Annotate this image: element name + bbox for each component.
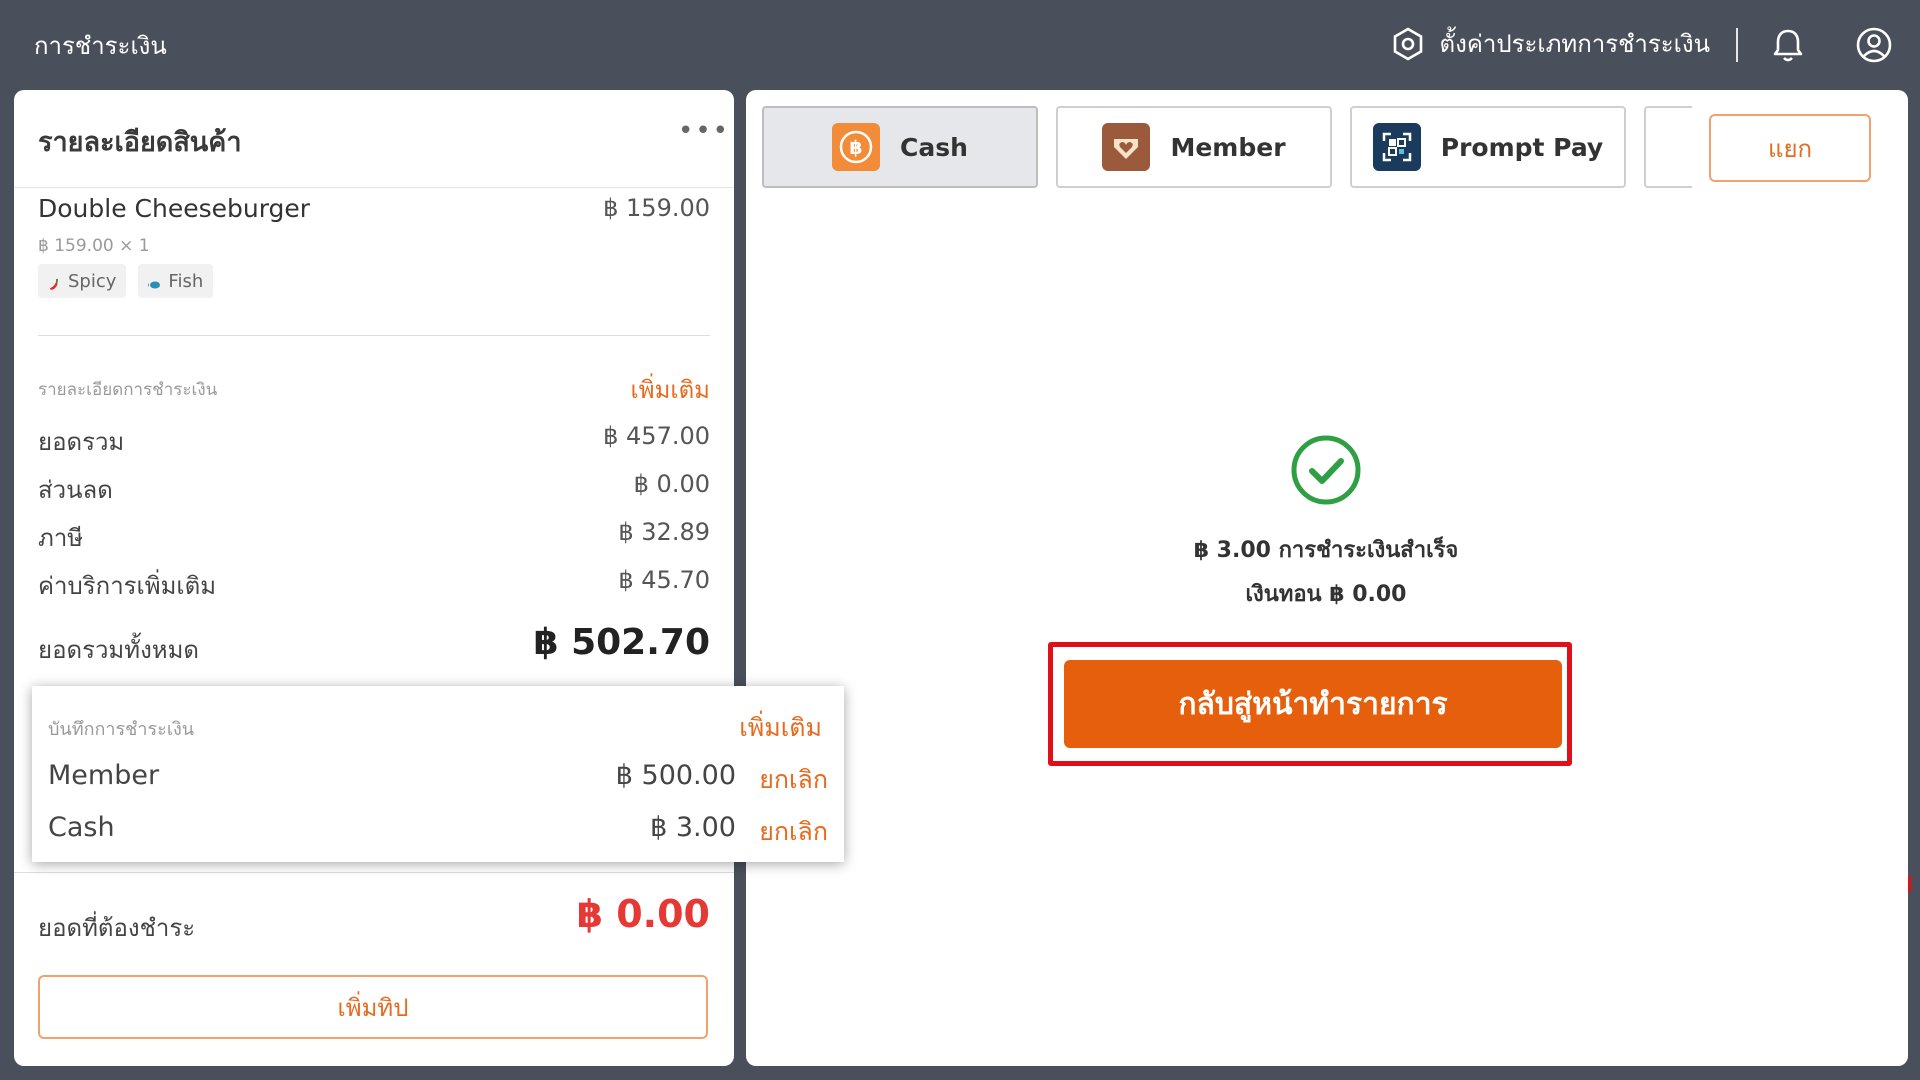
payment-method-member[interactable]: Member [1056, 106, 1332, 188]
settings-hexagon-icon [1390, 26, 1426, 62]
item-tags: Spicy Fish [38, 264, 214, 298]
back-to-transaction-button[interactable]: กลับสู่หน้าทำรายการ [1064, 660, 1562, 748]
item-price: ฿ 159.00 [603, 194, 710, 222]
subtotal-row: ยอดรวม ฿ 457.00 [38, 422, 710, 458]
payment-details-add-more-link[interactable]: เพิ่มเติม [631, 370, 710, 409]
payment-method-label: Member [1170, 132, 1286, 162]
tax-row: ภาษี ฿ 32.89 [38, 518, 710, 554]
edge-marker [1908, 876, 1911, 892]
row-value: ฿ 0.00 [633, 470, 710, 498]
fish-icon [147, 275, 161, 289]
check-circle-icon [1290, 434, 1362, 506]
member-heart-icon [1102, 123, 1151, 171]
amount-due-label: ยอดที่ต้องชำระ [38, 914, 196, 942]
svg-text:฿: ฿ [849, 137, 862, 159]
tag-label: Fish [168, 270, 204, 292]
split-payment-button[interactable]: แยก [1709, 114, 1871, 182]
payment-record-row: Member ฿ 500.00 ยกเลิก [48, 760, 828, 796]
payment-records-add-more-link[interactable]: เพิ่มเติม [739, 708, 822, 748]
grand-total-label: ยอดรวมทั้งหมด [38, 636, 200, 664]
baht-coin-icon: ฿ [832, 123, 881, 171]
order-details-title: รายละเอียดสินค้า [38, 127, 242, 158]
tag-spicy: Spicy [38, 264, 127, 298]
payment-record-row: Cash ฿ 3.00 ยกเลิก [48, 812, 828, 848]
grand-total-row: ยอดรวมทั้งหมด ฿ 502.70 [38, 622, 710, 666]
payment-details-label: รายละเอียดการชำระเงิน [38, 380, 218, 400]
divider [38, 335, 710, 336]
chili-icon [48, 275, 60, 290]
payment-method-label: Prompt Pay [1440, 132, 1604, 162]
payment-method-more[interactable] [1644, 106, 1692, 188]
record-amount: ฿ 500.00 [615, 760, 736, 791]
row-value: ฿ 45.70 [618, 566, 710, 594]
qr-scan-icon [1372, 123, 1421, 171]
record-method: Member [48, 760, 160, 791]
payment-method-label: Cash [900, 132, 968, 162]
row-label: ภาษี [38, 524, 84, 552]
header-divider [1736, 28, 1738, 62]
payment-type-settings-label: ตั้งค่าประเภทการชำระเงิน [1439, 30, 1710, 58]
divider [14, 872, 734, 873]
payment-method-tabs: ฿ Cash Member Prompt Pay [762, 106, 1692, 192]
row-value: ฿ 457.00 [603, 422, 710, 450]
payment-records-label: บันทึกการชำระเงิน [48, 719, 195, 740]
user-account-icon[interactable] [1855, 26, 1893, 64]
payment-success-message: ฿ 3.00 การชำระเงินสำเร็จ [1193, 538, 1459, 563]
row-label: ส่วนลด [38, 476, 113, 504]
record-cancel-button[interactable]: ยกเลิก [759, 812, 828, 852]
row-label: ยอดรวม [38, 428, 125, 456]
amount-due-row: ยอดที่ต้องชำระ ฿ 0.00 [38, 890, 710, 950]
payment-method-prompt-pay[interactable]: Prompt Pay [1350, 106, 1626, 188]
record-amount: ฿ 3.00 [650, 812, 736, 843]
record-cancel-button[interactable]: ยกเลิก [759, 760, 828, 800]
grand-total-value: ฿ 502.70 [533, 622, 710, 663]
payment-panel: ฿ Cash Member Prompt Pay แยก ฿ 3.00 การช… [746, 90, 1908, 1066]
change-amount: เงินทอน ฿ 0.00 [1245, 582, 1407, 607]
more-options-button[interactable]: ••• [678, 118, 730, 144]
payment-method-cash[interactable]: ฿ Cash [762, 106, 1038, 188]
item-name: Double Cheeseburger [38, 194, 311, 223]
add-tip-button[interactable]: เพิ่มทิป [38, 975, 708, 1039]
tag-fish: Fish [138, 264, 214, 298]
item-quantity: ฿ 159.00 × 1 [38, 236, 150, 256]
order-panel-header: รายละเอียดสินค้า ••• [14, 90, 734, 188]
service-charge-row: ค่าบริการเพิ่มเติม ฿ 45.70 [38, 566, 710, 602]
discount-row: ส่วนลด ฿ 0.00 [38, 470, 710, 506]
tag-label: Spicy [68, 270, 117, 292]
order-panel: รายละเอียดสินค้า ••• Double Cheeseburger… [14, 90, 734, 1066]
page-title: การชำระเงิน [34, 32, 167, 60]
bell-icon[interactable] [1770, 26, 1806, 64]
amount-due-value: ฿ 0.00 [576, 892, 710, 936]
payment-records-popup: บันทึกการชำระเงิน เพิ่มเติม Member ฿ 500… [32, 686, 844, 862]
record-method: Cash [48, 812, 115, 843]
top-bar: การชำระเงิน ตั้งค่าประเภทการชำระเงิน [0, 0, 1920, 90]
row-value: ฿ 32.89 [618, 518, 710, 546]
payment-type-settings-link[interactable]: ตั้งค่าประเภทการชำระเงิน [1390, 24, 1710, 63]
row-label: ค่าบริการเพิ่มเติม [38, 572, 217, 600]
